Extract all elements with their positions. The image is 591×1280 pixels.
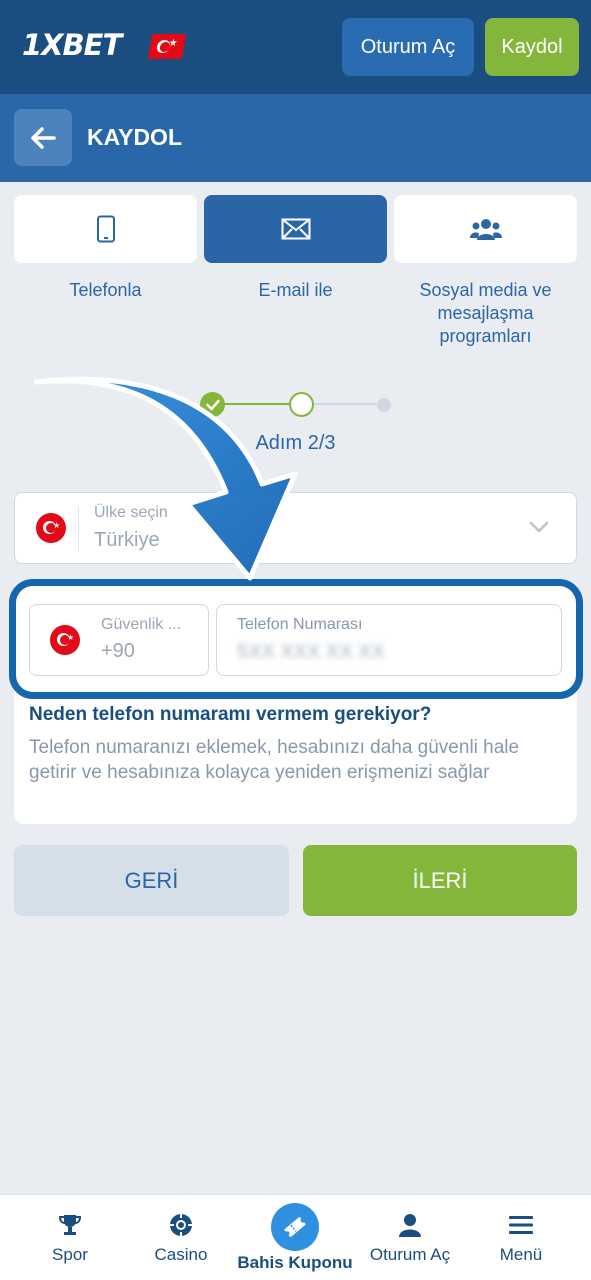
country-select[interactable]: ★ Ülke seçin Türkiye [14, 492, 577, 564]
chip-icon [170, 1214, 192, 1236]
login-button[interactable]: Oturum Aç [342, 18, 474, 76]
nav-item-login[interactable]: Oturum Aç [351, 1195, 469, 1280]
tab-email[interactable] [204, 195, 387, 263]
highlight-ring [9, 579, 583, 699]
nav-label: Menü [499, 1245, 543, 1264]
country-select-label: Ülke seçin [94, 504, 168, 521]
tab-social[interactable] [394, 195, 577, 263]
nav-item-casino[interactable]: Casino [122, 1195, 240, 1280]
title-bar: KAYDOL [0, 94, 591, 182]
step-completed-check-icon [200, 392, 225, 417]
nav-label: Oturum Aç [369, 1245, 451, 1264]
nav-label: Casino [154, 1245, 208, 1264]
nav-item-sport[interactable]: Spor [11, 1195, 129, 1280]
tab-social-label[interactable]: Sosyal media ve mesajlaşma programları [404, 279, 567, 348]
page-title: KAYDOL [87, 124, 182, 150]
stepper-progress-line [222, 403, 290, 405]
phone-icon [96, 215, 115, 243]
country-select-value: Türkiye [94, 529, 160, 551]
top-header: 1XBET ★ Oturum Aç Kaydol [0, 0, 591, 94]
nav-label: Spor [52, 1245, 88, 1264]
envelope-icon [281, 218, 310, 240]
phone-info-text: Telefon numaranızı eklemek, hesabınızı d… [29, 737, 520, 783]
back-button[interactable]: GERİ [14, 845, 289, 916]
nav-label: Bahis Kuponu [237, 1253, 353, 1272]
nav-item-menu[interactable]: Menü [462, 1195, 580, 1280]
ticket-icon [284, 1216, 306, 1238]
users-icon [469, 219, 502, 240]
tab-phone-label[interactable]: Telefonla [14, 279, 197, 302]
phone-info-title: Neden telefon numaramı vermem gerekiyor? [29, 704, 432, 725]
step-current-indicator [289, 392, 314, 417]
chevron-down-icon [529, 521, 549, 533]
arrow-left-icon [31, 126, 56, 149]
step-next-indicator [377, 398, 391, 412]
next-button[interactable]: İLERİ [303, 845, 577, 916]
step-label: Adım 2/3 [255, 432, 336, 454]
bet-slip-button[interactable] [271, 1203, 319, 1251]
register-button[interactable]: Kaydol [485, 18, 579, 76]
menu-icon [509, 1216, 533, 1234]
turkey-flag-icon[interactable]: ★ [147, 34, 187, 59]
stepper-remaining-line [314, 403, 384, 405]
user-icon [399, 1214, 421, 1237]
brand-logo[interactable]: 1XBET [22, 28, 122, 62]
back-arrow-button[interactable] [14, 109, 72, 166]
tab-email-label[interactable]: E-mail ile [204, 279, 387, 302]
turkey-flag-icon: ★ [36, 513, 66, 543]
trophy-icon [58, 1215, 82, 1235]
tab-phone[interactable] [14, 195, 197, 263]
